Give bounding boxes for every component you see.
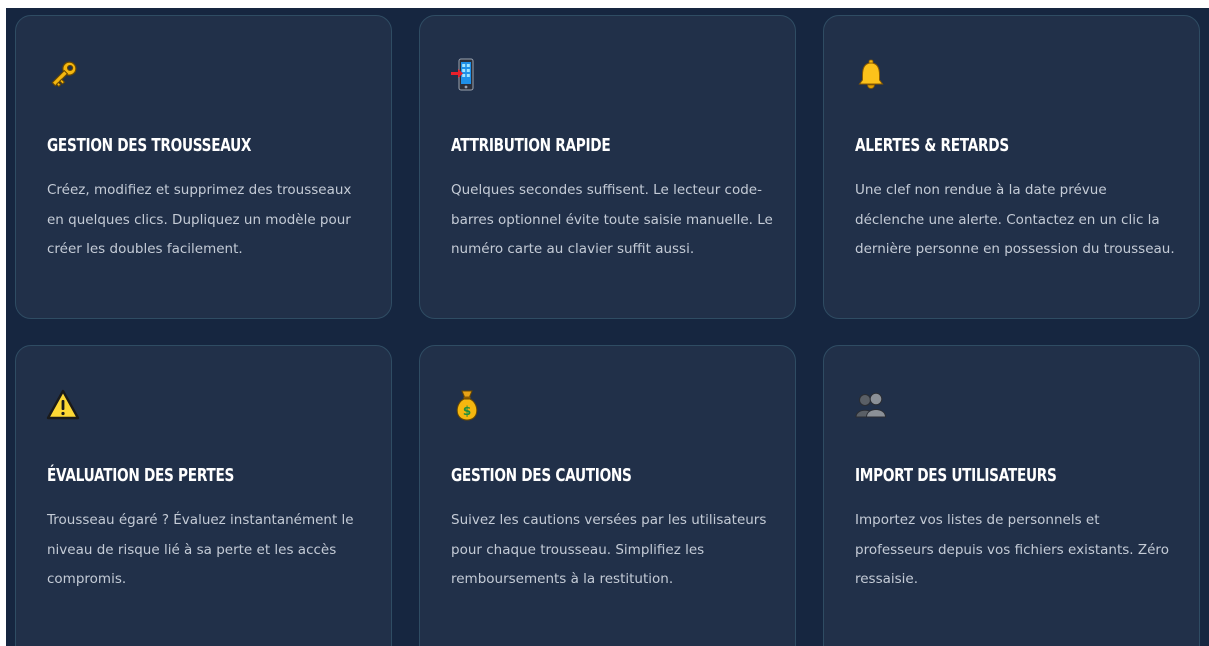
feature-description: Suivez les cautions versées par les util… <box>451 512 767 587</box>
key-icon <box>46 58 80 92</box>
feature-card-alertes-retards: ALERTES & RETARDS Une clef non rendue à … <box>823 15 1200 319</box>
bell-icon <box>854 58 888 92</box>
feature-title: GESTION DES TROUSSEAUX <box>47 135 252 156</box>
money-bag-icon: $ <box>450 388 484 422</box>
feature-card-import-utilisateurs: IMPORT DES UTILISATEURS Importez vos lis… <box>823 345 1200 646</box>
feature-title: ALERTES & RETARDS <box>855 135 1009 156</box>
feature-description: Quelques secondes suffisent. Le lecteur … <box>451 182 773 257</box>
feature-card-gestion-cautions: $ GESTION DES CAUTIONS Suivez les cautio… <box>419 345 796 646</box>
features-section: GESTION DES TROUSSEAUX Créez, modifiez e… <box>6 8 1209 646</box>
feature-description: Importez vos listes de personnels et pro… <box>855 512 1169 587</box>
warning-icon <box>46 388 80 422</box>
feature-card-evaluation-pertes: ÉVALUATION DES PERTES Trousseau égaré ? … <box>15 345 392 646</box>
feature-title: ATTRIBUTION RAPIDE <box>451 135 611 156</box>
feature-title: IMPORT DES UTILISATEURS <box>855 465 1057 486</box>
users-silhouette-icon <box>854 388 888 422</box>
feature-card-attribution-rapide: ATTRIBUTION RAPIDE Quelques secondes suf… <box>419 15 796 319</box>
feature-description: Trousseau égaré ? Évaluez instantanément… <box>47 512 354 587</box>
feature-card-gestion-trousseaux: GESTION DES TROUSSEAUX Créez, modifiez e… <box>15 15 392 319</box>
svg-text:$: $ <box>463 404 471 418</box>
mobile-phone-arrow-icon <box>450 58 484 92</box>
feature-description: Une clef non rendue à la date prévue déc… <box>855 182 1175 257</box>
feature-title: GESTION DES CAUTIONS <box>451 465 632 486</box>
feature-description: Créez, modifiez et supprimez des trousse… <box>47 182 352 257</box>
feature-title: ÉVALUATION DES PERTES <box>47 465 235 486</box>
